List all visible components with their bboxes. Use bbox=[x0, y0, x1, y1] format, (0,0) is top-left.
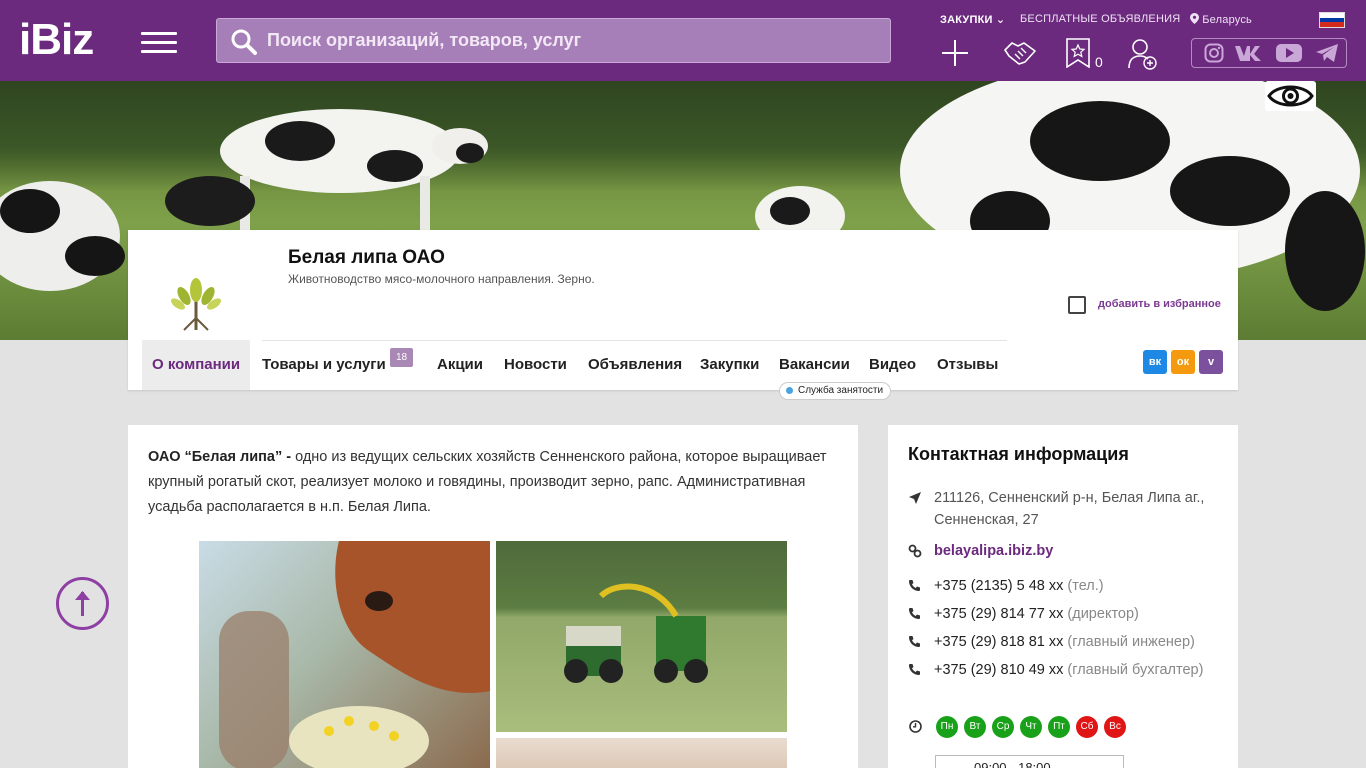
search-box bbox=[216, 18, 891, 63]
contact-panel: Контактная информация 211126, Сенненский… bbox=[888, 425, 1238, 768]
telegram-icon[interactable] bbox=[1315, 43, 1339, 63]
tab-news[interactable]: Новости bbox=[504, 340, 567, 390]
phone-note: (главный инженер) bbox=[1067, 634, 1195, 650]
favorites-icon[interactable] bbox=[1066, 38, 1090, 68]
company-card: Белая липа ОАО Животноводство мясо-молоч… bbox=[128, 230, 1238, 400]
day-sun: Вс bbox=[1104, 716, 1126, 738]
viber-share-icon[interactable]: v bbox=[1199, 350, 1223, 374]
phone-icon bbox=[909, 636, 920, 647]
instagram-icon[interactable] bbox=[1204, 43, 1224, 63]
add-favorite-label: добавить в избранное bbox=[1098, 298, 1221, 310]
hours-text: 09:00 - 18:00 bbox=[974, 760, 1051, 768]
about-lead: ОАО “Белая липа” - bbox=[148, 449, 292, 465]
hands-photo bbox=[496, 738, 787, 768]
handshake-icon[interactable] bbox=[1003, 38, 1037, 68]
contacts-title: Контактная информация bbox=[908, 444, 1129, 464]
calf-photo bbox=[199, 541, 490, 768]
employment-icon bbox=[786, 387, 793, 394]
add-user-icon[interactable] bbox=[1128, 38, 1158, 70]
address-row: 211126, Сенненский р-н, Белая Липа аг., … bbox=[908, 487, 1223, 531]
tab-about[interactable]: О компании bbox=[142, 340, 251, 390]
phone-row: +375 (29) 818 81 xx (главный инженер) bbox=[908, 631, 1223, 653]
ok-share-icon[interactable]: ок bbox=[1171, 350, 1195, 374]
vk-share-icon[interactable]: вк bbox=[1143, 350, 1167, 374]
search-icon bbox=[231, 29, 257, 55]
clock-icon bbox=[909, 720, 922, 733]
phone-note: (тел.) bbox=[1067, 578, 1104, 594]
employment-service-link[interactable]: Служба занятости bbox=[779, 382, 892, 400]
favorite-checkbox[interactable] bbox=[1068, 296, 1086, 314]
about-text: ОАО “Белая липа” - одно из ведущих сельс… bbox=[148, 445, 828, 520]
website-row: belayalipa.ibiz.by bbox=[908, 540, 1223, 562]
company-description: Животноводство мясо-молочного направлени… bbox=[288, 272, 595, 286]
phone-number[interactable]: +375 (2135) 5 48 xx bbox=[934, 578, 1063, 594]
tab-purchases[interactable]: Закупки bbox=[700, 340, 759, 390]
location-pin-icon bbox=[1190, 13, 1199, 24]
youtube-icon[interactable] bbox=[1275, 43, 1303, 63]
language-flag-icon[interactable] bbox=[1319, 12, 1345, 28]
harvester-photo bbox=[496, 541, 787, 732]
link-icon bbox=[908, 544, 922, 558]
day-thu: Чт bbox=[1020, 716, 1042, 738]
chevron-down-icon: ⌄ bbox=[995, 14, 1006, 26]
phone-number[interactable]: +375 (29) 818 81 xx bbox=[934, 634, 1063, 650]
phone-icon bbox=[909, 580, 920, 591]
phone-row: +375 (29) 810 49 xx (главный бухгалтер) bbox=[908, 659, 1223, 681]
favorites-count: 0 bbox=[1095, 54, 1103, 70]
day-fri: Пт bbox=[1048, 716, 1070, 738]
company-logo bbox=[144, 238, 248, 338]
phone-number[interactable]: +375 (29) 810 49 xx bbox=[934, 662, 1063, 678]
search-input[interactable] bbox=[267, 19, 877, 62]
website-link[interactable]: belayalipa.ibiz.by bbox=[934, 543, 1053, 559]
plus-icon[interactable] bbox=[940, 38, 970, 68]
menu-icon[interactable] bbox=[141, 29, 177, 55]
accessibility-eye-icon[interactable] bbox=[1265, 81, 1316, 111]
about-section: ОАО “Белая липа” - одно из ведущих сельс… bbox=[128, 425, 858, 768]
purchases-link[interactable]: ЗАКУПКИ ⌄ bbox=[940, 13, 1005, 26]
site-logo[interactable]: iBiz bbox=[19, 18, 94, 62]
phone-row: +375 (29) 814 77 xx (директор) bbox=[908, 603, 1223, 625]
phone-number[interactable]: +375 (29) 814 77 xx bbox=[934, 606, 1063, 622]
top-bar: iBiz ЗАКУПКИ ⌄ БЕСПЛАТНЫЕ ОБЪЯВЛЕНИЯ Бел… bbox=[0, 0, 1366, 81]
address-text: 211126, Сенненский р-н, Белая Липа аг., … bbox=[934, 490, 1205, 528]
region-selector[interactable]: Беларусь bbox=[1190, 13, 1252, 26]
day-tue: Вт bbox=[964, 716, 986, 738]
phone-icon bbox=[909, 608, 920, 619]
arrow-up-icon bbox=[75, 591, 90, 616]
phone-row: +375 (2135) 5 48 xx (тел.) bbox=[908, 575, 1223, 597]
day-mon: Пн bbox=[936, 716, 958, 738]
work-hours: 09:00 - 18:00 bbox=[935, 755, 1124, 768]
navigation-arrow-icon bbox=[909, 492, 921, 504]
tab-reviews[interactable]: Отзывы bbox=[937, 340, 998, 390]
tab-ads[interactable]: Объявления bbox=[588, 340, 682, 390]
day-wed: Ср bbox=[992, 716, 1014, 738]
free-ads-link[interactable]: БЕСПЛАТНЫЕ ОБЪЯВЛЕНИЯ bbox=[1020, 13, 1180, 25]
social-links bbox=[1191, 38, 1347, 68]
scroll-up-button[interactable] bbox=[56, 577, 109, 630]
tab-promotions[interactable]: Акции bbox=[437, 340, 483, 390]
tab-products[interactable]: Товары и услуги bbox=[262, 340, 386, 390]
products-count-badge: 18 bbox=[390, 348, 414, 367]
day-sat: Сб bbox=[1076, 716, 1098, 738]
vk-icon[interactable] bbox=[1234, 43, 1264, 63]
phone-note: (директор) bbox=[1067, 606, 1139, 622]
phone-note: (главный бухгалтер) bbox=[1067, 662, 1204, 678]
phone-icon bbox=[909, 664, 920, 675]
company-name: Белая липа ОАО bbox=[288, 247, 445, 268]
